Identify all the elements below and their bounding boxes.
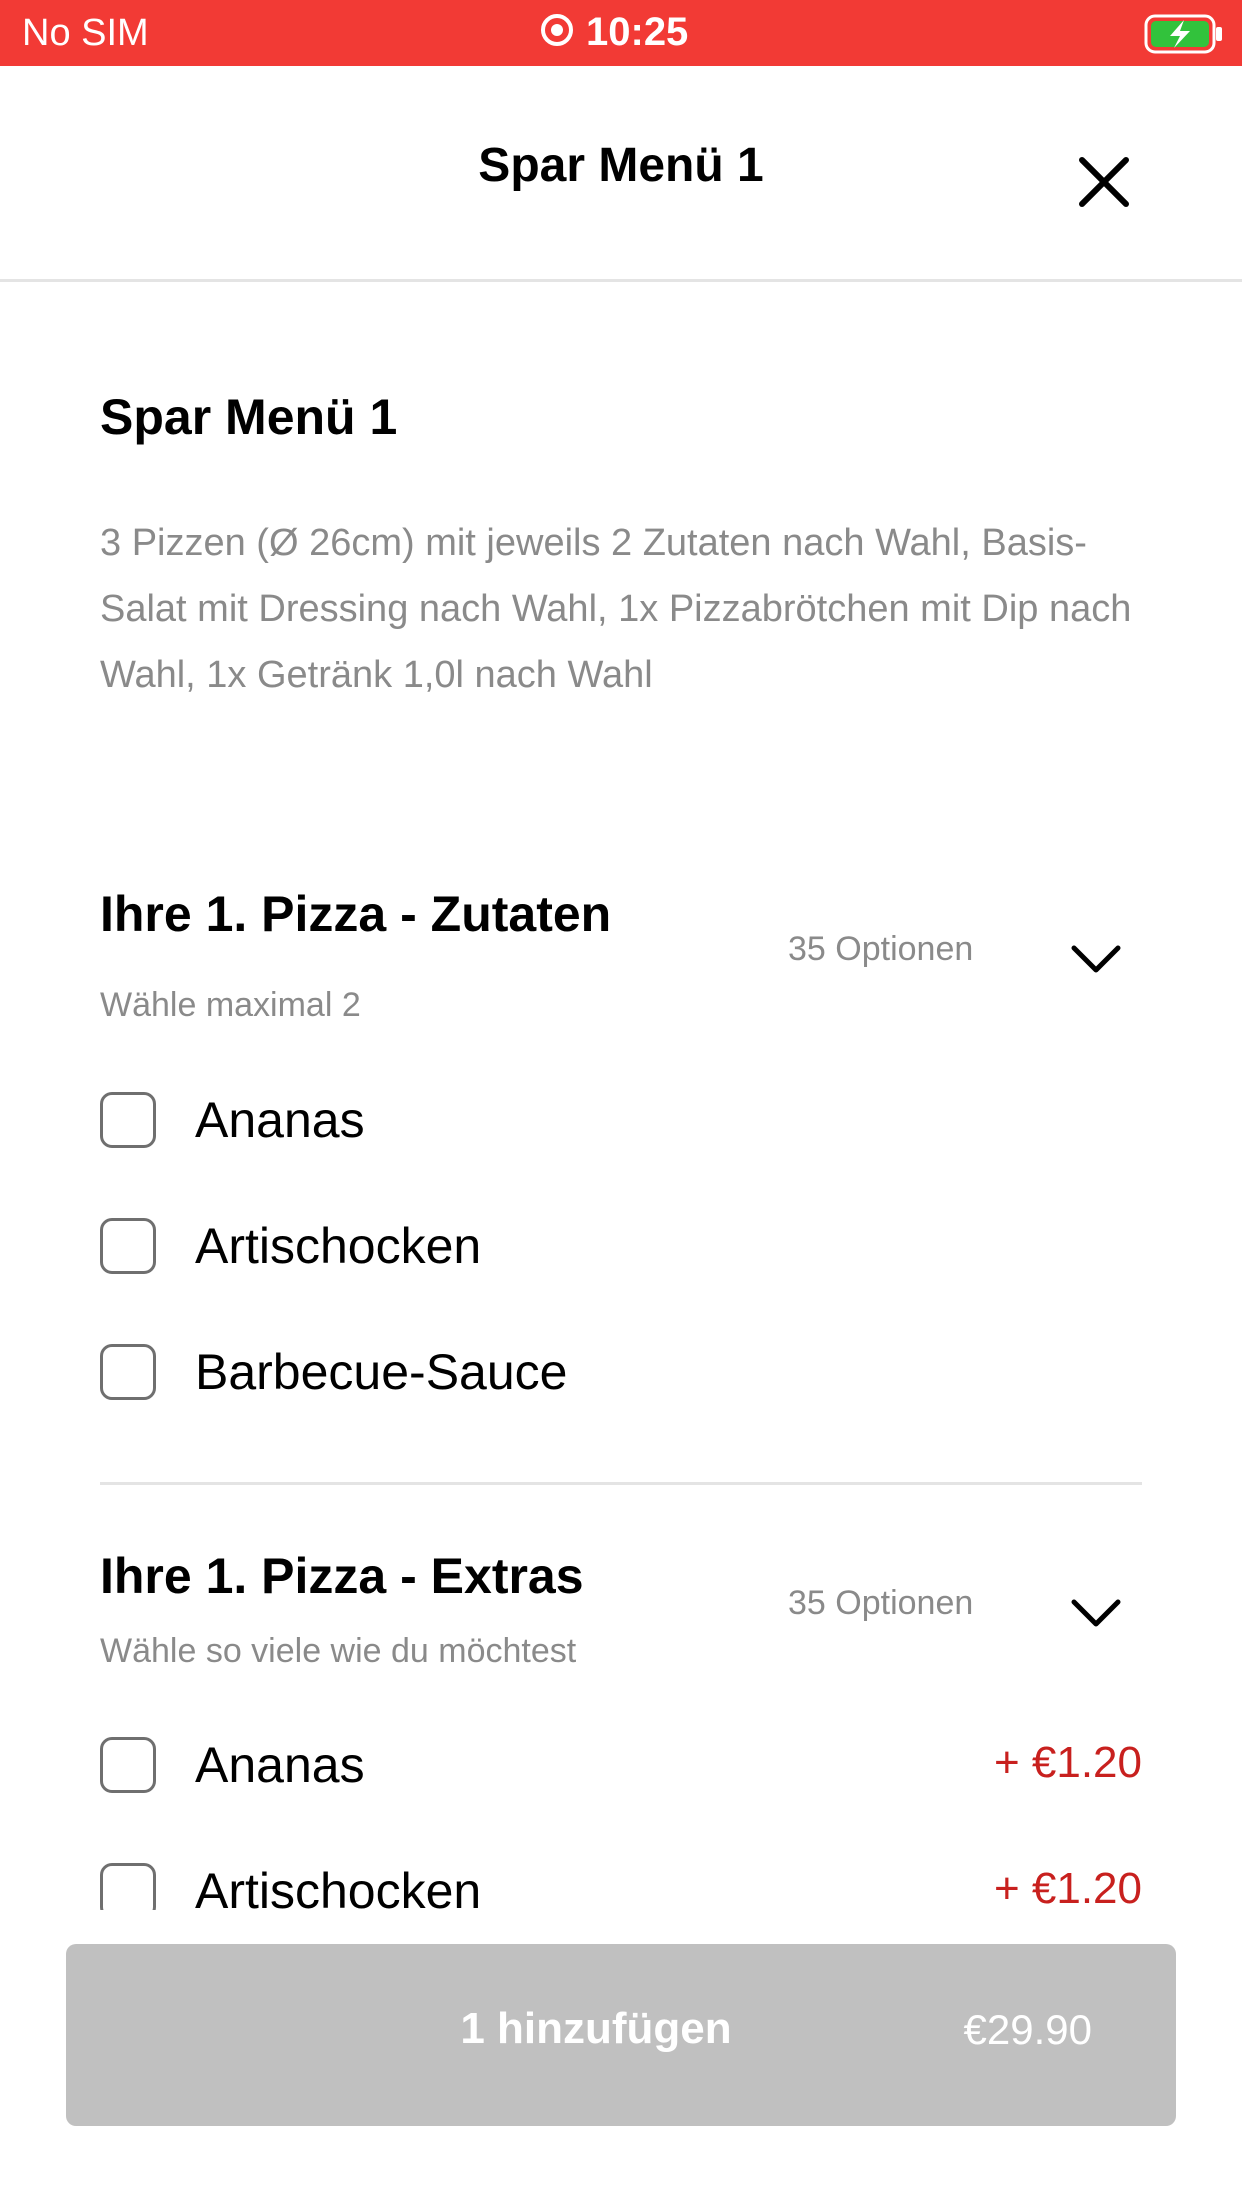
option-price: + €1.20 — [993, 1864, 1142, 1913]
item-title: Spar Menü 1 — [100, 389, 398, 445]
option-label: Ananas — [195, 1737, 365, 1793]
add-button-price: €29.90 — [963, 2006, 1092, 2053]
option-price: + €1.20 — [993, 1738, 1142, 1787]
section-subtitle-extras: Wähle so viele wie du möchtest — [100, 1632, 577, 1670]
checkbox[interactable] — [100, 1092, 156, 1148]
bottom-bar: 1 hinzufügen €29.90 — [0, 1910, 1242, 2208]
section-divider — [100, 1482, 1142, 1485]
section-count-extras: 35 Optionen — [788, 1584, 974, 1622]
option-row-ananas[interactable]: Ananas — [100, 1083, 1142, 1163]
option-row-artischocken[interactable]: Artischocken — [100, 1209, 1142, 1289]
option-row-barbecue-sauce[interactable]: Barbecue-Sauce — [100, 1335, 1142, 1415]
status-bar: No SIM 10:25 — [0, 0, 1242, 66]
option-label: Artischocken — [195, 1218, 482, 1274]
section-count-zutaten: 35 Optionen — [788, 930, 974, 968]
battery-charging-icon — [1144, 14, 1224, 59]
carrier-label: No SIM — [22, 12, 149, 54]
section-title-zutaten: Ihre 1. Pizza - Zutaten — [100, 886, 612, 942]
status-center: 10:25 — [540, 10, 688, 55]
status-time: 10:25 — [586, 10, 689, 54]
nav-bar: Spar Menü 1 — [0, 66, 1242, 282]
add-to-cart-button[interactable]: 1 hinzufügen €29.90 — [66, 1944, 1176, 2126]
option-label: Barbecue-Sauce — [195, 1344, 568, 1400]
checkbox[interactable] — [100, 1344, 156, 1400]
option-label: Ananas — [195, 1092, 365, 1148]
section-title-extras: Ihre 1. Pizza - Extras — [100, 1548, 584, 1604]
item-description: 3 Pizzen (Ø 26cm) mit jeweils 2 Zutaten … — [100, 522, 1132, 696]
checkbox[interactable] — [100, 1737, 156, 1793]
checkbox[interactable] — [100, 1218, 156, 1274]
close-icon — [1079, 157, 1129, 207]
option-row-ananas-extra[interactable]: Ananas + €1.20 — [100, 1728, 1142, 1808]
close-button[interactable] — [1068, 146, 1140, 218]
section-subtitle-zutaten: Wähle maximal 2 — [100, 986, 361, 1024]
chevron-down-icon[interactable] — [1066, 1594, 1126, 1634]
nav-title: Spar Menü 1 — [478, 139, 764, 192]
location-target-icon — [540, 13, 574, 52]
chevron-down-icon[interactable] — [1066, 940, 1126, 980]
